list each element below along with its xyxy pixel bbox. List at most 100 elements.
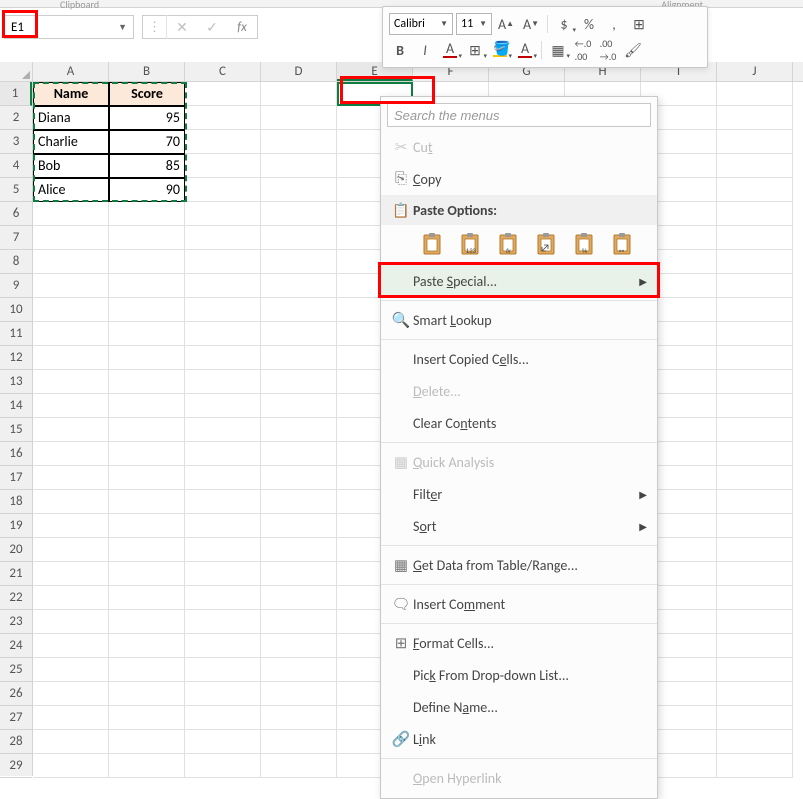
cell-D14[interactable]: [261, 394, 337, 418]
cell-J16[interactable]: [717, 442, 793, 466]
cell-C6[interactable]: [185, 202, 261, 226]
menu-insert-copied[interactable]: Insert Copied Cells...: [381, 343, 657, 375]
cell-J9[interactable]: [717, 274, 793, 298]
cell-D13[interactable]: [261, 370, 337, 394]
cell-A22[interactable]: [33, 586, 109, 610]
row-header-26[interactable]: 26: [0, 682, 32, 706]
expand-formula-icon[interactable]: ⋮: [143, 15, 167, 39]
row-header-3[interactable]: 3: [0, 130, 32, 154]
row-header-20[interactable]: 20: [0, 538, 32, 562]
menu-paste-special[interactable]: Paste Special... ▶: [381, 265, 657, 297]
cell-D6[interactable]: [261, 202, 337, 226]
cell-J4[interactable]: [717, 154, 793, 178]
cell-D20[interactable]: [261, 538, 337, 562]
cell-B3[interactable]: 70: [109, 130, 185, 154]
cell-A18[interactable]: [33, 490, 109, 514]
col-header-j[interactable]: J: [717, 62, 793, 81]
cell-A10[interactable]: [33, 298, 109, 322]
cell-J5[interactable]: [717, 178, 793, 202]
cell-A4[interactable]: Bob: [33, 154, 109, 178]
cell-C16[interactable]: [185, 442, 261, 466]
cell-B20[interactable]: [109, 538, 185, 562]
cell-J2[interactable]: [717, 106, 793, 130]
row-header-22[interactable]: 22: [0, 586, 32, 610]
underline-button[interactable]: A▾: [439, 39, 461, 61]
row-header-7[interactable]: 7: [0, 226, 32, 250]
cell-B17[interactable]: [109, 466, 185, 490]
cell-A28[interactable]: [33, 730, 109, 754]
cell-D27[interactable]: [261, 706, 337, 730]
cell-B29[interactable]: [109, 754, 185, 778]
cell-D16[interactable]: [261, 442, 337, 466]
cell-D17[interactable]: [261, 466, 337, 490]
row-header-1[interactable]: 1: [0, 82, 32, 106]
cell-A21[interactable]: [33, 562, 109, 586]
cell-J12[interactable]: [717, 346, 793, 370]
cell-A17[interactable]: [33, 466, 109, 490]
cell-A29[interactable]: [33, 754, 109, 778]
font-color-button[interactable]: A▾: [514, 39, 536, 61]
cell-B13[interactable]: [109, 370, 185, 394]
cell-B10[interactable]: [109, 298, 185, 322]
cell-C4[interactable]: [185, 154, 261, 178]
cell-D12[interactable]: [261, 346, 337, 370]
bold-button[interactable]: B: [389, 39, 411, 61]
cell-D15[interactable]: [261, 418, 337, 442]
cell-B5[interactable]: 90: [109, 178, 185, 202]
cell-C2[interactable]: [185, 106, 261, 130]
cell-D26[interactable]: [261, 682, 337, 706]
row-header-9[interactable]: 9: [0, 274, 32, 298]
cell-D24[interactable]: [261, 634, 337, 658]
row-header-14[interactable]: 14: [0, 394, 32, 418]
cell-B2[interactable]: 95: [109, 106, 185, 130]
cell-A20[interactable]: [33, 538, 109, 562]
cell-C10[interactable]: [185, 298, 261, 322]
cell-A14[interactable]: [33, 394, 109, 418]
menu-pick-list[interactable]: Pick From Drop-down List...: [381, 659, 657, 691]
cell-D3[interactable]: [261, 130, 337, 154]
cell-B19[interactable]: [109, 514, 185, 538]
fill-color-button[interactable]: 🪣▾: [489, 39, 511, 61]
cell-A26[interactable]: [33, 682, 109, 706]
cell-J28[interactable]: [717, 730, 793, 754]
cell-A3[interactable]: Charlie: [33, 130, 109, 154]
cell-B9[interactable]: [109, 274, 185, 298]
select-all-corner[interactable]: [0, 62, 33, 82]
col-header-a[interactable]: A: [33, 62, 109, 81]
cell-J8[interactable]: [717, 250, 793, 274]
cell-C12[interactable]: [185, 346, 261, 370]
cell-D4[interactable]: [261, 154, 337, 178]
cell-B8[interactable]: [109, 250, 185, 274]
cell-J7[interactable]: [717, 226, 793, 250]
cell-J15[interactable]: [717, 418, 793, 442]
increase-decimal-button[interactable]: ←.0.00: [572, 39, 594, 61]
format-painter-button[interactable]: 🖌: [622, 39, 644, 61]
cond-format-button[interactable]: ▦▾: [547, 39, 569, 61]
menu-smart-lookup[interactable]: 🔍 Smart Lookup: [381, 304, 657, 336]
merge-button[interactable]: ⊞: [628, 13, 650, 35]
cell-B28[interactable]: [109, 730, 185, 754]
cell-C28[interactable]: [185, 730, 261, 754]
menu-copy[interactable]: ⎘ Copy: [381, 163, 657, 195]
cell-D19[interactable]: [261, 514, 337, 538]
cell-C15[interactable]: [185, 418, 261, 442]
cell-J6[interactable]: [717, 202, 793, 226]
cell-D18[interactable]: [261, 490, 337, 514]
cell-D10[interactable]: [261, 298, 337, 322]
cell-J3[interactable]: [717, 130, 793, 154]
menu-search[interactable]: [387, 103, 651, 127]
cell-B27[interactable]: [109, 706, 185, 730]
row-header-10[interactable]: 10: [0, 298, 32, 322]
cell-B26[interactable]: [109, 682, 185, 706]
cell-C1[interactable]: [185, 82, 261, 106]
cell-B24[interactable]: [109, 634, 185, 658]
cell-A27[interactable]: [33, 706, 109, 730]
cell-C23[interactable]: [185, 610, 261, 634]
cell-A6[interactable]: [33, 202, 109, 226]
currency-button[interactable]: $▾: [553, 13, 575, 35]
cell-D22[interactable]: [261, 586, 337, 610]
cell-J17[interactable]: [717, 466, 793, 490]
row-header-21[interactable]: 21: [0, 562, 32, 586]
cell-B1[interactable]: Score: [109, 82, 185, 106]
cell-A7[interactable]: [33, 226, 109, 250]
